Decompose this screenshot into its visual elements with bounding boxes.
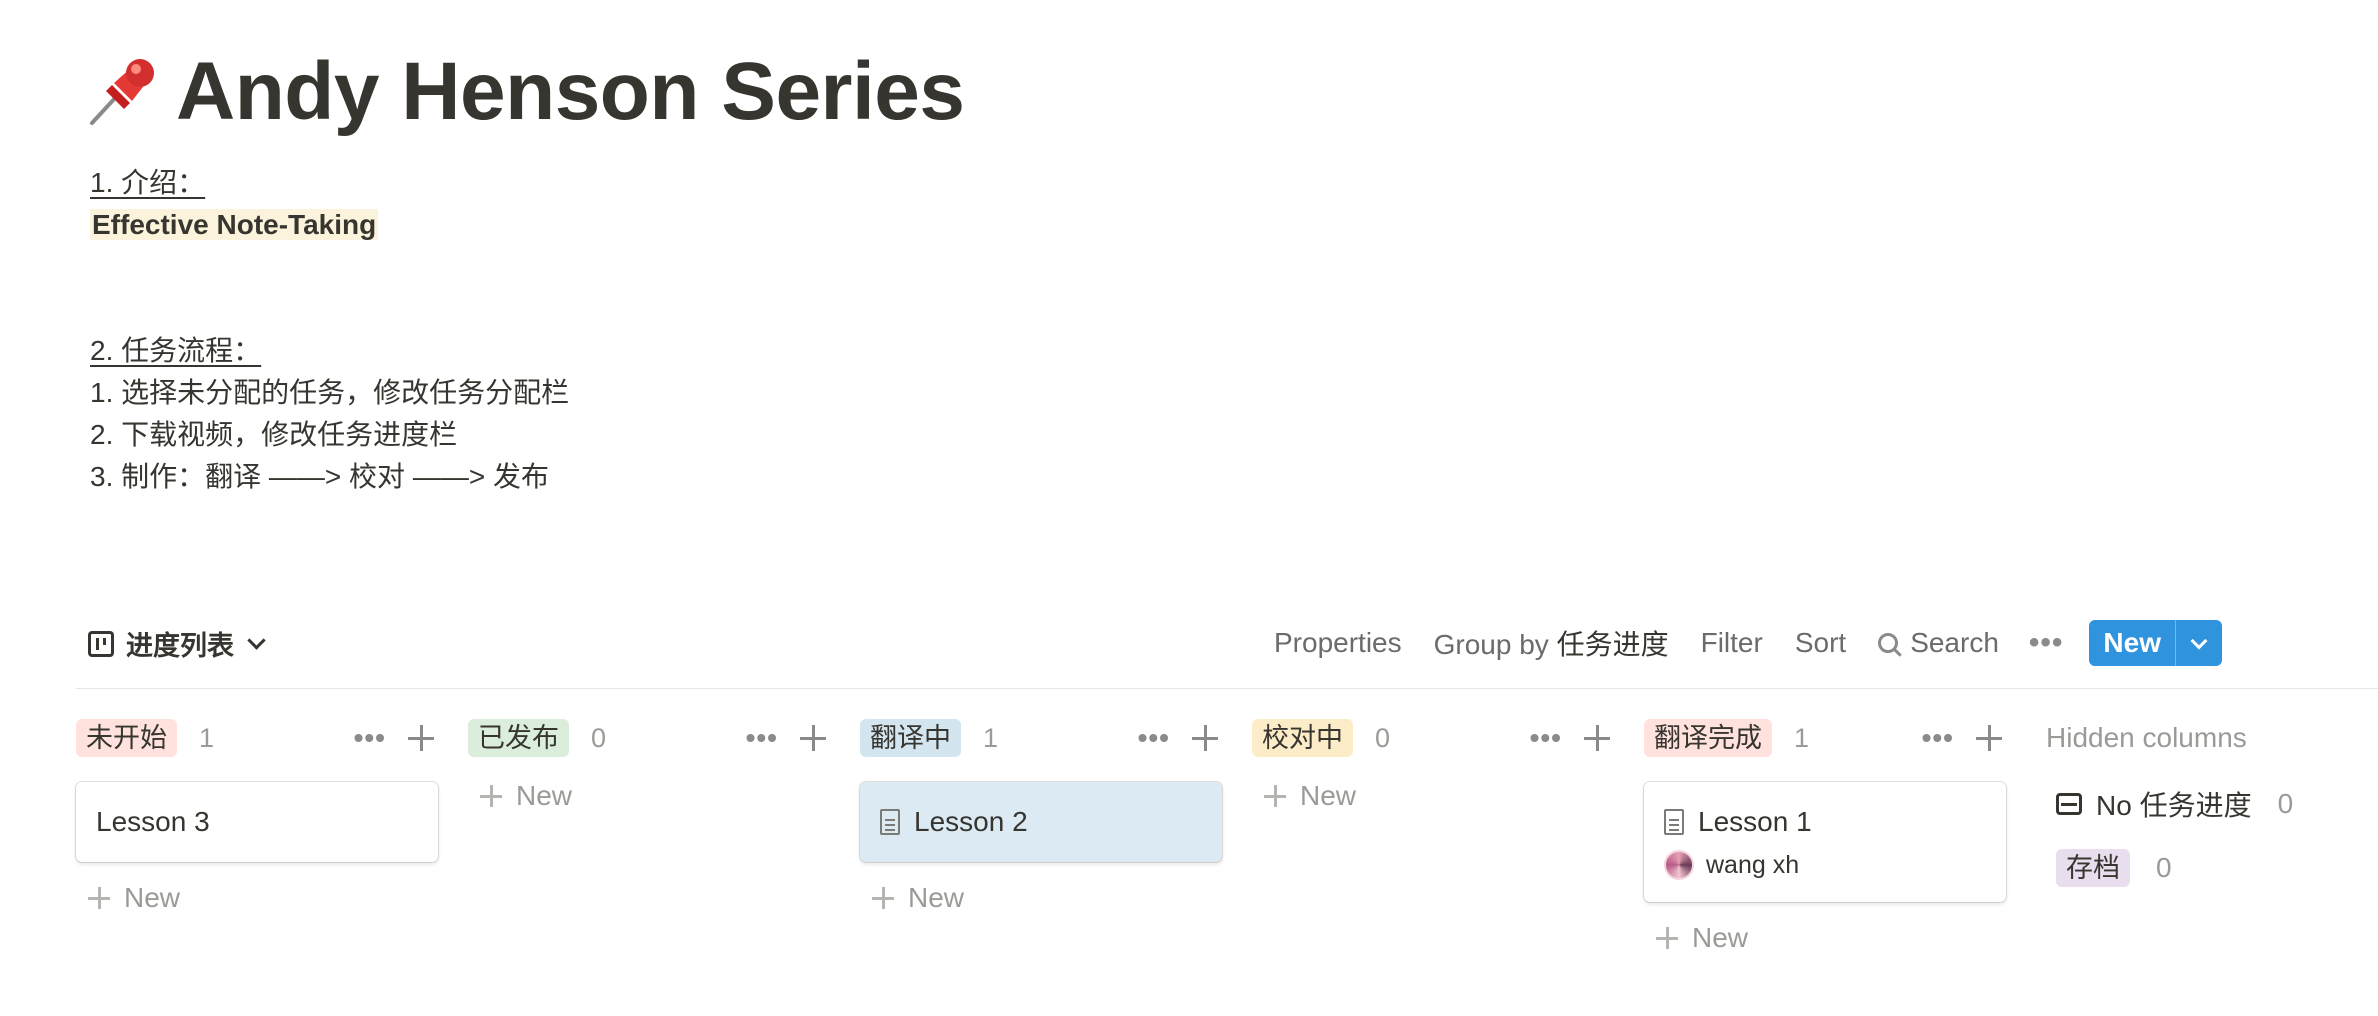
- column-status-tag[interactable]: 翻译完成: [1644, 719, 1772, 757]
- board-card[interactable]: Lesson 1 wang xh: [1644, 782, 2006, 902]
- page-header: Andy Henson Series: [84, 44, 965, 140]
- sort-button[interactable]: Sort: [1795, 627, 1846, 659]
- column-status-tag[interactable]: 校对中: [1252, 719, 1353, 757]
- hidden-column-item[interactable]: No 任务进度 0: [2046, 782, 2366, 826]
- add-new-label: New: [1300, 780, 1357, 811]
- column-header: 已发布 0 •••: [468, 716, 832, 760]
- column-count: 1: [983, 722, 999, 753]
- new-record-button-group: New: [2089, 620, 2222, 666]
- board-column: 校对中 0 ••• New: [1252, 716, 1616, 818]
- column-more-button[interactable]: •••: [1530, 722, 1562, 754]
- column-count: 1: [199, 722, 215, 753]
- properties-button[interactable]: Properties: [1274, 627, 1402, 659]
- group-by-value: 任务进度: [1556, 629, 1669, 660]
- column-more-button[interactable]: •••: [1138, 722, 1170, 754]
- new-record-button[interactable]: New: [2089, 620, 2176, 666]
- new-template-dropdown[interactable]: [2176, 620, 2222, 666]
- plus-icon: [1656, 927, 1678, 949]
- board-column: 翻译中 1 ••• Lesson 2 New: [860, 716, 1224, 920]
- column-count: 0: [1375, 722, 1391, 753]
- column-add-icon[interactable]: [1192, 725, 1218, 751]
- toolbar-divider: [76, 688, 2378, 689]
- hidden-columns-panel: Hidden columns No 任务进度 0 存档 0: [2046, 716, 2366, 890]
- search-icon: [1878, 633, 1899, 653]
- column-more-button[interactable]: •••: [1922, 722, 1954, 754]
- plus-icon: [1264, 785, 1286, 807]
- chevron-down-icon: [2190, 632, 2208, 649]
- card-title: Lesson 3: [96, 806, 210, 837]
- add-new-card-button[interactable]: New: [76, 876, 440, 920]
- column-more-button[interactable]: •••: [746, 722, 778, 754]
- add-new-card-button[interactable]: New: [1252, 774, 1616, 818]
- column-status-tag[interactable]: 翻译中: [860, 719, 961, 757]
- column-add-icon[interactable]: [408, 725, 434, 751]
- search-label: Search: [1910, 627, 1999, 658]
- search-button[interactable]: Search: [1878, 627, 1999, 659]
- hidden-column-item[interactable]: 存档 0: [2046, 846, 2366, 890]
- plus-icon: [872, 887, 894, 909]
- intro-heading: 1. 介绍：: [90, 167, 206, 198]
- flow-step: 3. 制作：翻译 ——> 校对 ——> 发布: [90, 461, 549, 492]
- board-column: 翻译完成 1 ••• Lesson 1 wang xh New: [1644, 716, 2008, 960]
- column-header: 未开始 1 •••: [76, 716, 440, 760]
- add-new-label: New: [1692, 922, 1749, 953]
- column-more-button[interactable]: •••: [354, 722, 386, 754]
- hidden-column-count: 0: [2156, 852, 2172, 883]
- page-icon: [880, 809, 900, 835]
- board-view-icon: [88, 630, 114, 657]
- page-title[interactable]: Andy Henson Series: [176, 44, 965, 140]
- add-new-card-button[interactable]: New: [860, 876, 1224, 920]
- flow-step: 2. 下载视频，修改任务进度栏: [90, 419, 458, 450]
- add-new-label: New: [908, 882, 965, 913]
- hidden-column-label: 存档: [2056, 849, 2130, 887]
- card-title: Lesson 1: [1698, 806, 1812, 837]
- view-switcher[interactable]: 进度列表: [88, 624, 266, 663]
- pushpin-icon[interactable]: [84, 55, 158, 129]
- column-header: 翻译中 1 •••: [860, 716, 1224, 760]
- column-header: 翻译完成 1 •••: [1644, 716, 2008, 760]
- column-add-icon[interactable]: [1976, 725, 2002, 751]
- avatar: [1664, 850, 1694, 880]
- add-new-label: New: [516, 780, 573, 811]
- flow-heading: 2. 任务流程：: [90, 335, 262, 366]
- plus-icon: [480, 785, 502, 807]
- filter-button[interactable]: Filter: [1701, 627, 1763, 659]
- column-add-icon[interactable]: [1584, 725, 1610, 751]
- hidden-column-count: 0: [2277, 788, 2294, 819]
- board-card[interactable]: Lesson 2: [860, 782, 1222, 862]
- board-column: 未开始 1 ••• Lesson 3 New: [76, 716, 440, 920]
- column-status-tag[interactable]: 已发布: [468, 719, 569, 757]
- add-new-label: New: [124, 882, 181, 913]
- hidden-column-label: No 任务进度: [2096, 790, 2252, 821]
- chevron-down-icon: [247, 631, 266, 650]
- plus-icon: [88, 887, 110, 909]
- column-status-tag[interactable]: 未开始: [76, 719, 177, 757]
- add-new-card-button[interactable]: New: [468, 774, 832, 818]
- add-new-card-button[interactable]: New: [1644, 916, 2008, 960]
- database-toolbar: 进度列表 Properties Group by 任务进度 Filter Sor…: [84, 612, 2378, 676]
- card-title: Lesson 2: [914, 806, 1028, 837]
- inbox-icon: [2056, 793, 2082, 815]
- page-icon: [1664, 809, 1684, 835]
- column-add-icon[interactable]: [800, 725, 826, 751]
- board-card[interactable]: Lesson 3: [76, 782, 438, 862]
- assignee-name: wang xh: [1706, 850, 1800, 879]
- group-by-prefix: Group by: [1433, 629, 1549, 660]
- view-name: 进度列表: [126, 631, 234, 661]
- hidden-columns-heading: Hidden columns: [2046, 722, 2247, 753]
- board-column: 已发布 0 ••• New: [468, 716, 832, 818]
- card-assignee: wang xh: [1664, 850, 1986, 902]
- more-options-button[interactable]: •••: [2029, 626, 2064, 660]
- column-count: 0: [591, 722, 607, 753]
- intro-link[interactable]: Effective Note-Taking: [90, 209, 379, 240]
- page-description: 1. 介绍： Effective Note-Taking 2. 任务流程： 1.…: [90, 162, 569, 498]
- column-header: 校对中 0 •••: [1252, 716, 1616, 760]
- flow-step: 1. 选择未分配的任务，修改任务分配栏: [90, 377, 570, 408]
- column-count: 1: [1794, 722, 1810, 753]
- group-by-button[interactable]: Group by 任务进度: [1434, 623, 1669, 663]
